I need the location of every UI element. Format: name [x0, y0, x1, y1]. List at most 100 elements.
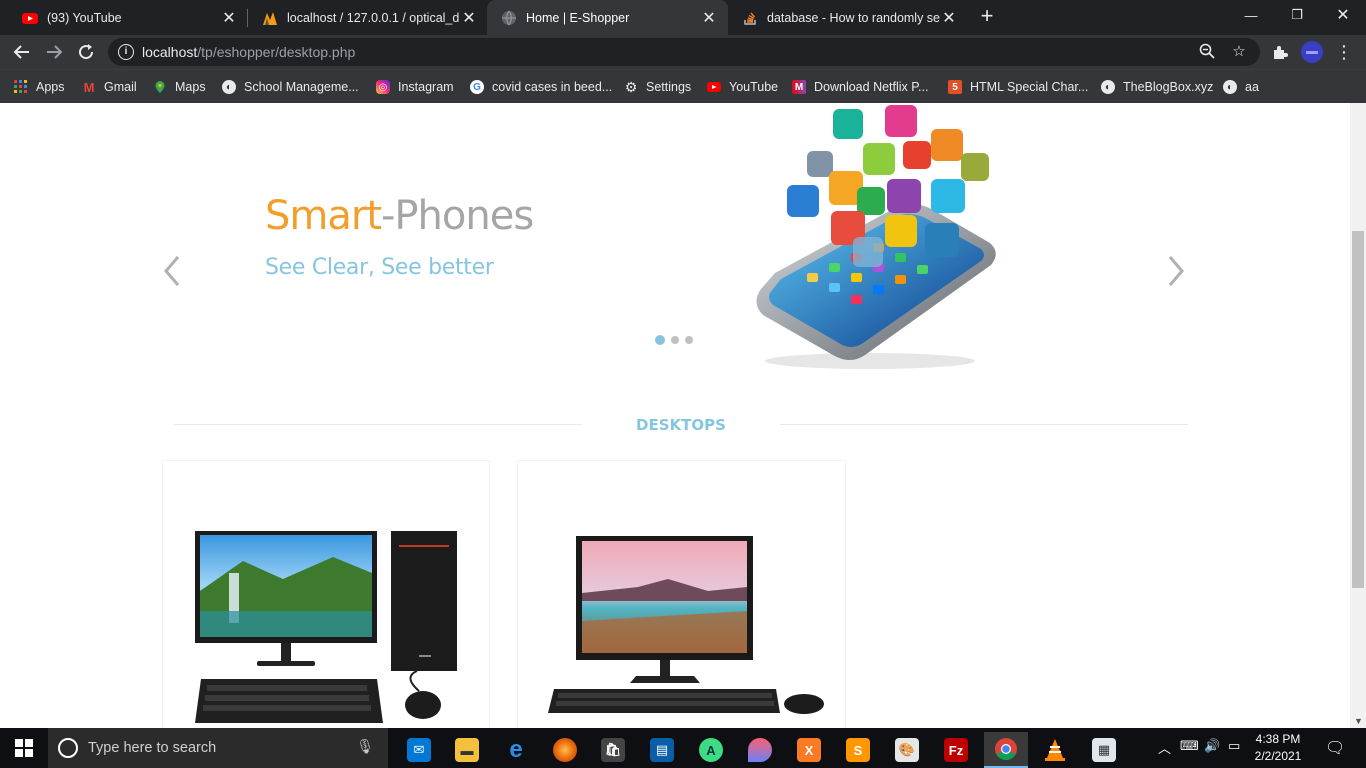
maps-icon: [155, 81, 165, 93]
minimize-button[interactable]: —: [1228, 0, 1274, 30]
taskbar-edge[interactable]: e: [494, 732, 538, 768]
tab-youtube[interactable]: (93) YouTube ✕: [8, 0, 248, 35]
info-icon[interactable]: i: [118, 44, 134, 60]
notifications-icon[interactable]: 🗨: [1325, 738, 1345, 758]
scrollbar-thumb[interactable]: [1352, 231, 1364, 588]
close-window-button[interactable]: ✕: [1320, 0, 1366, 30]
product-card[interactable]: [162, 460, 490, 728]
restore-button[interactable]: ❐: [1274, 0, 1320, 30]
zoom-icon[interactable]: [1198, 43, 1216, 61]
chevron-left-icon: [164, 256, 180, 286]
volume-icon[interactable]: 🔊: [1204, 738, 1220, 754]
star-bookmark-icon[interactable]: ☆: [1230, 43, 1248, 61]
close-icon[interactable]: ✕: [940, 9, 958, 27]
bookmark-maps[interactable]: Maps: [153, 77, 206, 97]
taskbar-filezilla[interactable]: Fz: [934, 732, 978, 768]
start-button[interactable]: [2, 730, 46, 766]
taskbar-chrome[interactable]: [984, 732, 1028, 768]
menu-icon[interactable]: ⋮: [1332, 40, 1356, 64]
apps-grid-icon: [14, 80, 27, 93]
input-method-icon[interactable]: ⌨: [1180, 738, 1199, 754]
reload-button[interactable]: [74, 40, 98, 64]
close-icon[interactable]: ✕: [460, 9, 478, 27]
bookmark-covid[interactable]: G covid cases in beed...: [470, 77, 612, 97]
hero-slider: Smart-Phones See Clear, See better: [0, 103, 1350, 383]
taskbar-store[interactable]: 🛍: [591, 732, 635, 768]
tab-stackoverflow[interactable]: database - How to randomly sele ✕: [728, 0, 968, 35]
profile-avatar[interactable]: [1300, 40, 1324, 64]
taskbar-sublime[interactable]: S: [836, 732, 880, 768]
scroll-down-arrow-icon[interactable]: ▼: [1354, 716, 1363, 726]
tab-strip: (93) YouTube ✕ localhost / 127.0.0.1 / o…: [0, 0, 1366, 35]
bookmarks-bar: Apps M Gmail Maps ◐ School Manageme... ◎…: [0, 69, 1366, 103]
taskbar-firefox[interactable]: [543, 732, 587, 768]
arrow-right-icon: [47, 45, 63, 59]
globe-icon: ◐: [222, 80, 236, 94]
tray-chevron-up-icon[interactable]: ︿: [1158, 738, 1171, 757]
clock-time: 4:38 PM: [1255, 732, 1301, 746]
taskbar-drop-app[interactable]: [738, 732, 782, 768]
page-scrollbar[interactable]: ▼: [1350, 103, 1366, 728]
tab-title: database - How to randomly sele: [767, 10, 940, 25]
taskbar-explorer[interactable]: ▬: [445, 732, 489, 768]
search-placeholder: Type here to search: [88, 740, 217, 756]
section-divider-right: [780, 424, 1188, 425]
tab-phpmyadmin[interactable]: localhost / 127.0.0.1 / optical_db ✕: [248, 0, 488, 35]
taskbar-app[interactable]: ▤: [640, 732, 684, 768]
microphone-icon[interactable]: 🎙: [356, 738, 374, 755]
bookmark-netflix[interactable]: M Download Netflix P...: [792, 77, 928, 97]
bookmark-aa[interactable]: ◐ aa: [1223, 77, 1259, 97]
new-tab-button[interactable]: +: [976, 5, 998, 27]
bookmark-gmail[interactable]: M Gmail: [82, 77, 137, 97]
forward-button[interactable]: [42, 40, 66, 64]
paint-palette-icon: 🎨: [895, 738, 919, 762]
tab-title: Home | E-Shopper: [526, 10, 630, 25]
desktop-product-image: [195, 531, 457, 723]
close-icon[interactable]: ✕: [700, 9, 718, 27]
taskbar-vlc[interactable]: [1033, 732, 1077, 768]
tab-eshopper[interactable]: Home | E-Shopper ✕: [487, 0, 728, 35]
firefox-icon: [553, 738, 577, 762]
windows-taskbar: Type here to search 🎙 ✉ ▬ e 🛍 ▤ A X S 🎨 …: [0, 728, 1366, 768]
taskbar-search-box[interactable]: Type here to search 🎙: [48, 728, 388, 768]
url-text[interactable]: localhost/tp/eshopper/desktop.php: [142, 44, 355, 60]
bookmark-html-chars[interactable]: 5 HTML Special Char...: [948, 77, 1088, 97]
bookmark-icon: M: [792, 80, 806, 94]
product-card[interactable]: [517, 460, 846, 728]
battery-icon[interactable]: ▭: [1228, 738, 1240, 754]
taskbar-mail[interactable]: ✉: [397, 732, 441, 768]
phpmyadmin-icon: [263, 11, 277, 25]
window-app-icon: ▤: [650, 738, 674, 762]
smartphone-illustration: [756, 105, 996, 369]
browser-chrome: (93) YouTube ✕ localhost / 127.0.0.1 / o…: [0, 0, 1366, 103]
slide-subtitle: See Clear, See better: [265, 255, 494, 280]
system-clock[interactable]: 4:38 PM 2/2/2021: [1248, 731, 1308, 765]
slider-next-button[interactable]: [1164, 253, 1192, 293]
taskbar-paint[interactable]: 🎨: [885, 732, 929, 768]
slider-dot-3[interactable]: [685, 336, 693, 344]
address-bar[interactable]: i localhost/tp/eshopper/desktop.php ☆: [108, 38, 1260, 66]
back-button[interactable]: [10, 40, 34, 64]
bookmark-blogbox[interactable]: ◐ TheBlogBox.xyz: [1101, 77, 1213, 97]
calendar-icon: ▦: [1092, 738, 1116, 762]
mail-icon: ✉: [407, 738, 431, 762]
taskbar-xampp[interactable]: X: [787, 732, 831, 768]
html-icon: 5: [948, 80, 962, 94]
drop-icon: [748, 738, 772, 762]
bookmark-instagram[interactable]: ◎ Instagram: [376, 77, 454, 97]
bookmark-youtube[interactable]: YouTube: [707, 77, 778, 97]
extensions-icon[interactable]: [1268, 40, 1292, 64]
bookmark-settings[interactable]: ⚙ Settings: [624, 77, 691, 97]
taskbar-calendar-app[interactable]: ▦: [1082, 732, 1126, 768]
bookmark-school[interactable]: ◐ School Manageme...: [222, 77, 359, 97]
slider-prev-button[interactable]: [160, 253, 188, 293]
bookmark-apps[interactable]: Apps: [14, 77, 65, 97]
taskbar-android-studio[interactable]: A: [689, 732, 733, 768]
globe-icon: ◐: [1101, 80, 1115, 94]
clock-date: 2/2/2021: [1254, 749, 1302, 763]
slider-dot-1[interactable]: [655, 335, 665, 345]
windows-logo-icon: [15, 739, 33, 757]
stackoverflow-icon: [744, 12, 756, 25]
slider-dot-2[interactable]: [671, 336, 679, 344]
close-icon[interactable]: ✕: [220, 9, 238, 27]
